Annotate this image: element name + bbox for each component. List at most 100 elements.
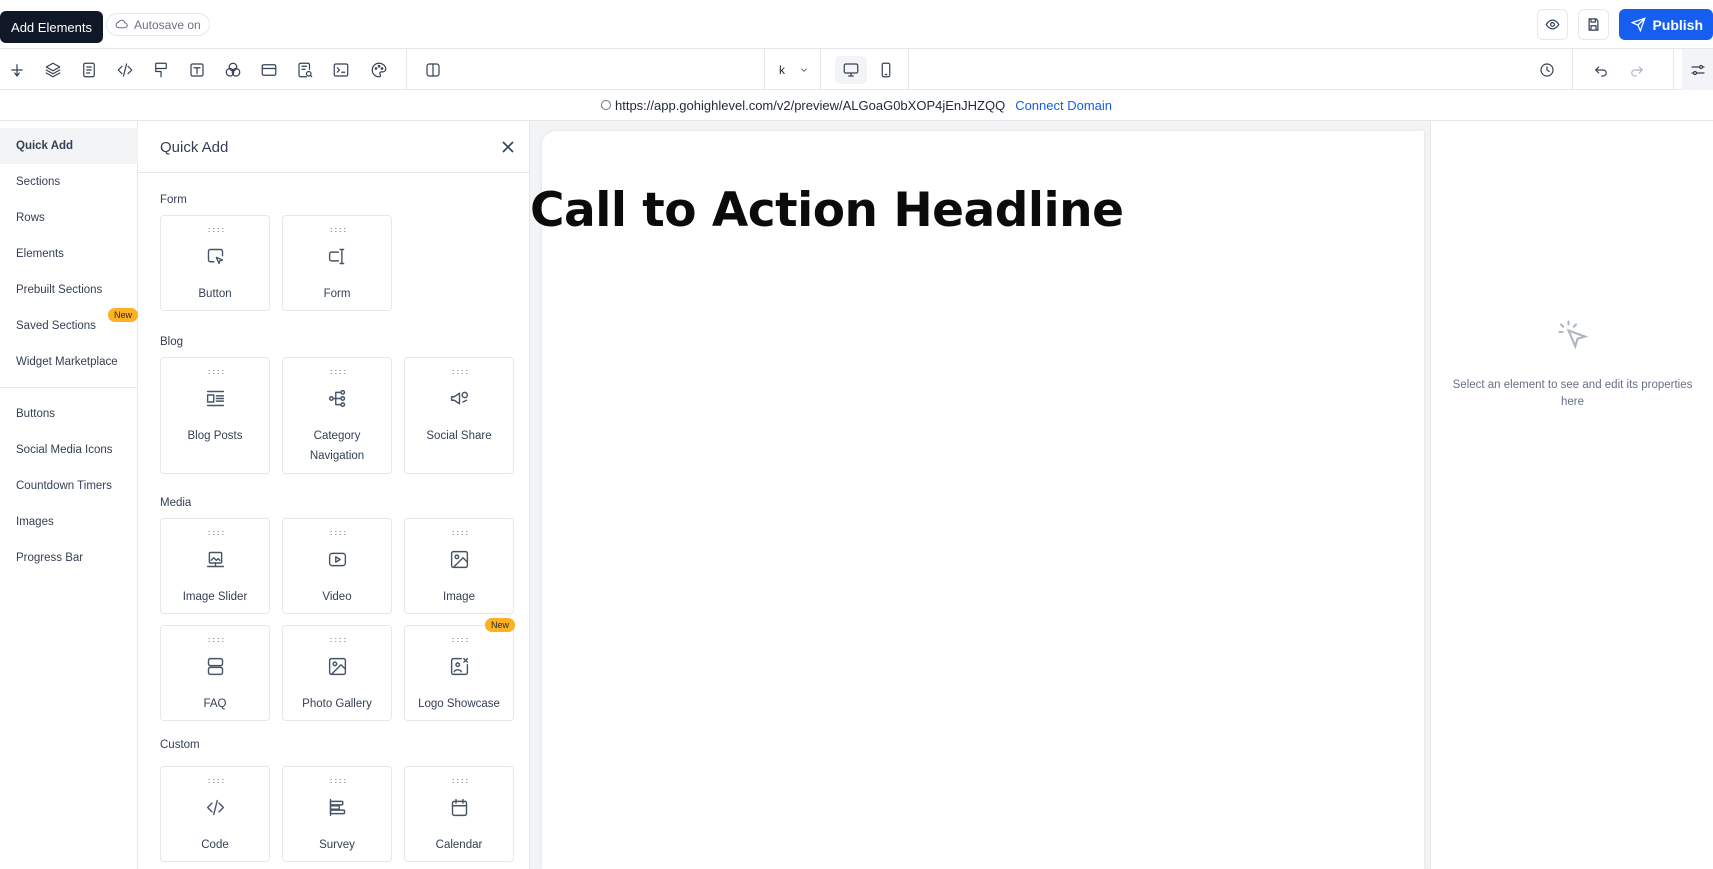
- colors-button[interactable]: [220, 57, 246, 83]
- canvas-area: Call to Action Headline: [530, 121, 1430, 869]
- drag-handle-icon[interactable]: [451, 778, 469, 784]
- image-slider-icon: [206, 551, 224, 568]
- redo-icon: [1631, 66, 1643, 77]
- editor-toolbar: k: [0, 49, 1713, 90]
- element-card-social-share[interactable]: Social Share: [404, 357, 514, 474]
- group-title-blog: Blog: [160, 336, 184, 348]
- element-card-code[interactable]: Code: [160, 766, 270, 862]
- nav-item-social-media-icons[interactable]: Social Media Icons: [0, 432, 138, 468]
- drag-handle-icon[interactable]: [207, 778, 225, 784]
- pages-button[interactable]: [76, 57, 102, 83]
- history-button[interactable]: [1534, 57, 1560, 83]
- group-title-form: Form: [160, 194, 187, 206]
- element-card-image-slider[interactable]: Image Slider: [160, 518, 270, 614]
- preview-url[interactable]: https://app.gohighlevel.com/v2/preview/A…: [615, 98, 1005, 113]
- split-view-icon: [426, 63, 440, 77]
- drag-handle-icon[interactable]: [329, 637, 347, 643]
- circles-icon: [225, 62, 241, 77]
- history-icon: [1540, 63, 1554, 77]
- drag-handle-icon[interactable]: [329, 227, 347, 233]
- drag-handle-icon[interactable]: [207, 530, 225, 536]
- seo-button[interactable]: [292, 57, 318, 83]
- hierarchy-icon: [328, 389, 345, 408]
- nav-item-progress-bar[interactable]: Progress Bar: [0, 540, 138, 576]
- undo-button[interactable]: [1588, 57, 1614, 83]
- cta-headline[interactable]: Call to Action Headline: [530, 183, 1124, 238]
- page-canvas[interactable]: Call to Action Headline: [530, 131, 1424, 869]
- element-card-label: FAQ: [203, 698, 227, 710]
- split-view-button[interactable]: [420, 57, 446, 83]
- drag-handle-icon[interactable]: [451, 637, 469, 643]
- cloud-icon: [115, 19, 128, 29]
- redo-button[interactable]: [1624, 57, 1650, 83]
- nav-item-quick-add[interactable]: Quick Add: [0, 128, 138, 164]
- eye-icon: [1545, 19, 1560, 30]
- code-button[interactable]: [112, 57, 138, 83]
- drag-handle-icon[interactable]: [451, 369, 469, 375]
- drag-handle-icon[interactable]: [329, 369, 347, 375]
- element-card-label: Image: [443, 591, 475, 603]
- element-card-label: Photo Gallery: [302, 698, 372, 710]
- nav-item-countdown-timers[interactable]: Countdown Timers: [0, 468, 138, 504]
- element-card-faq[interactable]: FAQ: [160, 625, 270, 721]
- drag-handle-icon[interactable]: [451, 530, 469, 536]
- nav-item-elements[interactable]: Elements: [0, 236, 138, 272]
- nav-item-widget-marketplace[interactable]: Widget Marketplace: [0, 344, 138, 380]
- nav-item-prebuilt-sections[interactable]: Prebuilt Sections: [0, 272, 138, 308]
- element-card-video[interactable]: Video: [282, 518, 392, 614]
- drag-handle-icon[interactable]: [329, 778, 347, 784]
- element-card-button[interactable]: Button: [160, 215, 270, 311]
- group-title-custom: Custom: [160, 739, 200, 751]
- terminal-icon: [333, 63, 349, 77]
- element-card-label: Blog Posts: [187, 430, 243, 442]
- form-input-icon: [328, 248, 344, 265]
- quick-add-panel: Quick Add Form Button Form Blog Blog Pos…: [138, 121, 530, 869]
- element-card-image[interactable]: Image: [404, 518, 514, 614]
- drag-handle-icon[interactable]: [207, 637, 225, 643]
- drag-handle-icon[interactable]: [329, 530, 347, 536]
- element-card-label: Button: [198, 288, 232, 300]
- add-elements-button[interactable]: [4, 57, 30, 83]
- popup-button[interactable]: [256, 57, 282, 83]
- logo-showcase-icon: [450, 657, 468, 676]
- settings-button[interactable]: [1682, 49, 1713, 90]
- save-icon: [1588, 18, 1599, 31]
- element-card-form[interactable]: Form: [282, 215, 392, 311]
- layers-button[interactable]: [40, 57, 66, 83]
- styles-button[interactable]: [148, 57, 174, 83]
- desktop-view-button[interactable]: [835, 56, 867, 84]
- publish-button[interactable]: Publish: [1619, 9, 1713, 40]
- paint-roller-icon: [155, 62, 167, 78]
- drag-handle-icon[interactable]: [207, 227, 225, 233]
- panel-title: Quick Add: [160, 139, 229, 156]
- save-button[interactable]: [1578, 9, 1610, 40]
- search-doc-icon: [298, 62, 313, 78]
- element-card-survey[interactable]: Survey: [282, 766, 392, 862]
- element-card-blog-posts[interactable]: Blog Posts: [160, 357, 270, 474]
- code-icon: [117, 63, 133, 77]
- device-select[interactable]: k: [764, 49, 820, 90]
- palette-icon: [371, 62, 387, 78]
- element-card-calendar[interactable]: Calendar: [404, 766, 514, 862]
- element-card-logo-showcase[interactable]: Logo Showcase: [404, 625, 514, 721]
- autosave-status: Autosave on: [106, 13, 210, 36]
- connect-domain-link[interactable]: Connect Domain: [1015, 98, 1112, 113]
- element-card-category-navigation[interactable]: Category Navigation: [282, 357, 392, 474]
- element-card-photo-gallery[interactable]: Photo Gallery: [282, 625, 392, 721]
- tracking-code-button[interactable]: [328, 57, 354, 83]
- preview-button[interactable]: [1537, 9, 1569, 40]
- undo-icon: [1595, 66, 1607, 77]
- close-icon[interactable]: [498, 137, 518, 157]
- chevron-down-icon: [801, 67, 807, 72]
- preview-url-bar: https://app.gohighlevel.com/v2/preview/A…: [0, 90, 1713, 121]
- typography-button[interactable]: [184, 57, 210, 83]
- video-icon: [328, 552, 346, 567]
- nav-item-sections[interactable]: Sections: [0, 164, 138, 200]
- nav-item-rows[interactable]: Rows: [0, 200, 138, 236]
- theme-button[interactable]: [366, 57, 392, 83]
- nav-item-buttons[interactable]: Buttons: [0, 396, 138, 432]
- mobile-view-button[interactable]: [873, 57, 899, 83]
- drag-handle-icon[interactable]: [207, 369, 225, 375]
- panel-header: Quick Add: [138, 121, 530, 173]
- nav-item-images[interactable]: Images: [0, 504, 138, 540]
